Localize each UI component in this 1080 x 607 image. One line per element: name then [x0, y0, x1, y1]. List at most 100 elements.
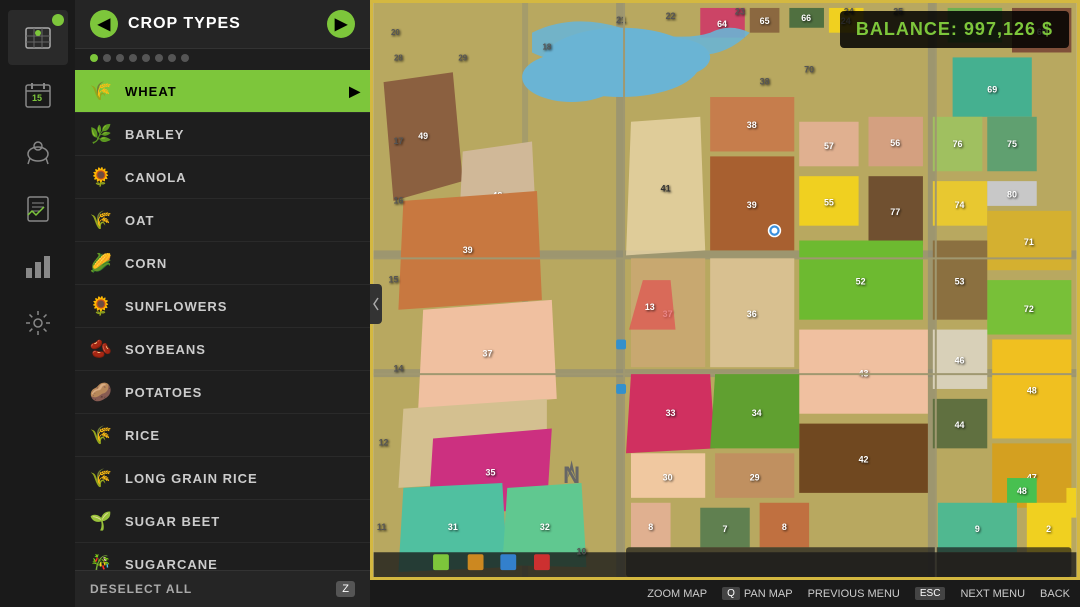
svg-text:39: 39: [747, 200, 757, 210]
crop-item-wheat[interactable]: 🌾 WHEAT ▶: [75, 70, 370, 113]
dot-5: [142, 54, 150, 62]
crop-name-sugarcane: SUGARCANE: [125, 557, 218, 571]
crop-list: 🌾 WHEAT ▶ 🌿 BARLEY 🌻 CANOLA 🌾 OAT 🌽 CORN…: [75, 70, 370, 570]
crop-item-corn[interactable]: 🌽 CORN: [75, 242, 370, 285]
svg-text:71: 71: [1024, 237, 1034, 247]
deselect-button[interactable]: DESELECT ALL: [90, 582, 192, 596]
svg-text:9: 9: [975, 524, 980, 534]
svg-text:77: 77: [890, 207, 900, 217]
crop-icon-sunflowers: 🌻: [87, 292, 115, 320]
crop-item-oat[interactable]: 🌾 OAT: [75, 199, 370, 242]
svg-text:11: 11: [377, 522, 386, 532]
svg-text:14: 14: [393, 364, 403, 374]
crop-item-sunflowers[interactable]: 🌻 SUNFLOWERS: [75, 285, 370, 328]
crop-icon-oat: 🌾: [87, 206, 115, 234]
crop-icon-sugarcane: 🎋: [87, 550, 115, 570]
svg-text:65: 65: [760, 16, 770, 26]
svg-text:20: 20: [391, 28, 400, 37]
svg-text:57: 57: [824, 141, 834, 151]
crop-name-sugar-beet: SUGAR BEET: [125, 514, 220, 529]
back-button[interactable]: BACK: [1040, 588, 1070, 600]
pan-key: Q: [722, 587, 740, 600]
crop-name-potatoes: POTATOES: [125, 385, 202, 400]
sidebar-icon-calendar[interactable]: 15: [8, 67, 68, 122]
dot-2: [103, 54, 111, 62]
next-menu-label: NEXT MENU: [960, 588, 1025, 600]
svg-text:52: 52: [856, 276, 866, 286]
svg-text:2: 2: [1046, 524, 1051, 534]
crop-name-oat: OAT: [125, 213, 154, 228]
svg-text:69: 69: [987, 84, 997, 94]
zoom-map-label: ZOOM MAP: [647, 588, 707, 600]
zoom-map-button[interactable]: ZOOM MAP: [647, 588, 707, 600]
panel-collapse-button[interactable]: [370, 284, 382, 324]
map-area[interactable]: 49 48 39 37 36 35 31 32 64 65 66 24: [370, 0, 1080, 580]
crop-item-barley[interactable]: 🌿 BARLEY: [75, 113, 370, 156]
crop-item-sugarcane[interactable]: 🎋 SUGARCANE: [75, 543, 370, 570]
crop-icon-sugar-beet: 🌱: [87, 507, 115, 535]
sidebar-icon-map[interactable]: [8, 10, 68, 65]
back-label: BACK: [1040, 588, 1070, 600]
crop-arrow-wheat: ▶: [349, 83, 360, 100]
svg-text:17: 17: [393, 136, 403, 146]
panel-prev-button[interactable]: ◀: [90, 10, 118, 38]
svg-text:22: 22: [666, 11, 676, 21]
sidebar-icon-settings[interactable]: [8, 295, 68, 350]
crop-name-sunflowers: SUNFLOWERS: [125, 299, 227, 314]
sidebar: 15: [0, 0, 75, 607]
crop-icon-barley: 🌿: [87, 120, 115, 148]
svg-text:29: 29: [750, 472, 760, 482]
svg-text:33: 33: [666, 408, 676, 418]
pan-map-label: PAN MAP: [744, 588, 793, 600]
svg-text:41: 41: [661, 183, 671, 193]
dot-1: [90, 54, 98, 62]
svg-text:23: 23: [735, 6, 745, 16]
crop-icon-canola: 🌻: [87, 163, 115, 191]
crop-item-potatoes[interactable]: 🥔 POTATOES: [75, 371, 370, 414]
panel-dots: [75, 49, 370, 70]
svg-text:56: 56: [890, 138, 900, 148]
balance-value: 997,126 $: [964, 19, 1053, 39]
map-svg: 49 48 39 37 36 35 31 32 64 65 66 24: [373, 3, 1077, 577]
svg-text:53: 53: [955, 276, 965, 286]
crop-icon-long-grain-rice: 🌾: [87, 464, 115, 492]
svg-text:34: 34: [752, 408, 762, 418]
crop-icon-soybeans: 🫘: [87, 335, 115, 363]
dot-3: [116, 54, 124, 62]
svg-text:15: 15: [389, 274, 399, 284]
crop-item-rice[interactable]: 🌾 RICE: [75, 414, 370, 457]
crop-item-canola[interactable]: 🌻 CANOLA: [75, 156, 370, 199]
crop-item-long-grain-rice[interactable]: 🌾 LONG GRAIN RICE: [75, 457, 370, 500]
crop-item-soybeans[interactable]: 🫘 SOYBEANS: [75, 328, 370, 371]
panel-header: ◀ CROP TYPES ▶: [75, 0, 370, 49]
sidebar-icon-livestock[interactable]: [8, 124, 68, 179]
svg-text:16: 16: [393, 195, 403, 205]
svg-text:36: 36: [747, 309, 757, 319]
svg-text:49: 49: [418, 131, 428, 141]
dot-8: [181, 54, 189, 62]
svg-text:48: 48: [1017, 486, 1027, 496]
next-menu-button[interactable]: NEXT MENU: [960, 588, 1025, 600]
svg-text:37: 37: [483, 349, 493, 359]
crop-name-canola: CANOLA: [125, 170, 187, 185]
panel-next-button[interactable]: ▶: [327, 10, 355, 38]
crop-name-barley: BARLEY: [125, 127, 184, 142]
svg-text:44: 44: [955, 420, 965, 430]
previous-menu-button[interactable]: PREVIOUS MENU: [808, 588, 900, 600]
svg-text:38: 38: [747, 120, 757, 130]
pan-map-button[interactable]: Q PAN MAP: [722, 587, 792, 600]
prev-menu-label: PREVIOUS MENU: [808, 588, 900, 600]
esc-button[interactable]: ESC: [915, 587, 946, 600]
sidebar-icon-contracts[interactable]: [8, 181, 68, 236]
svg-text:39: 39: [463, 245, 473, 255]
svg-text:7: 7: [723, 524, 728, 534]
svg-text:29: 29: [458, 54, 467, 63]
sidebar-icon-stats[interactable]: [8, 238, 68, 293]
svg-text:28: 28: [394, 54, 403, 63]
svg-text:48: 48: [1027, 385, 1037, 395]
svg-text:66: 66: [801, 13, 811, 23]
crop-icon-rice: 🌾: [87, 421, 115, 449]
crop-item-sugar-beet[interactable]: 🌱 SUGAR BEET: [75, 500, 370, 543]
deselect-bar: DESELECT ALL Z: [75, 570, 370, 607]
svg-text:80: 80: [1007, 189, 1017, 199]
